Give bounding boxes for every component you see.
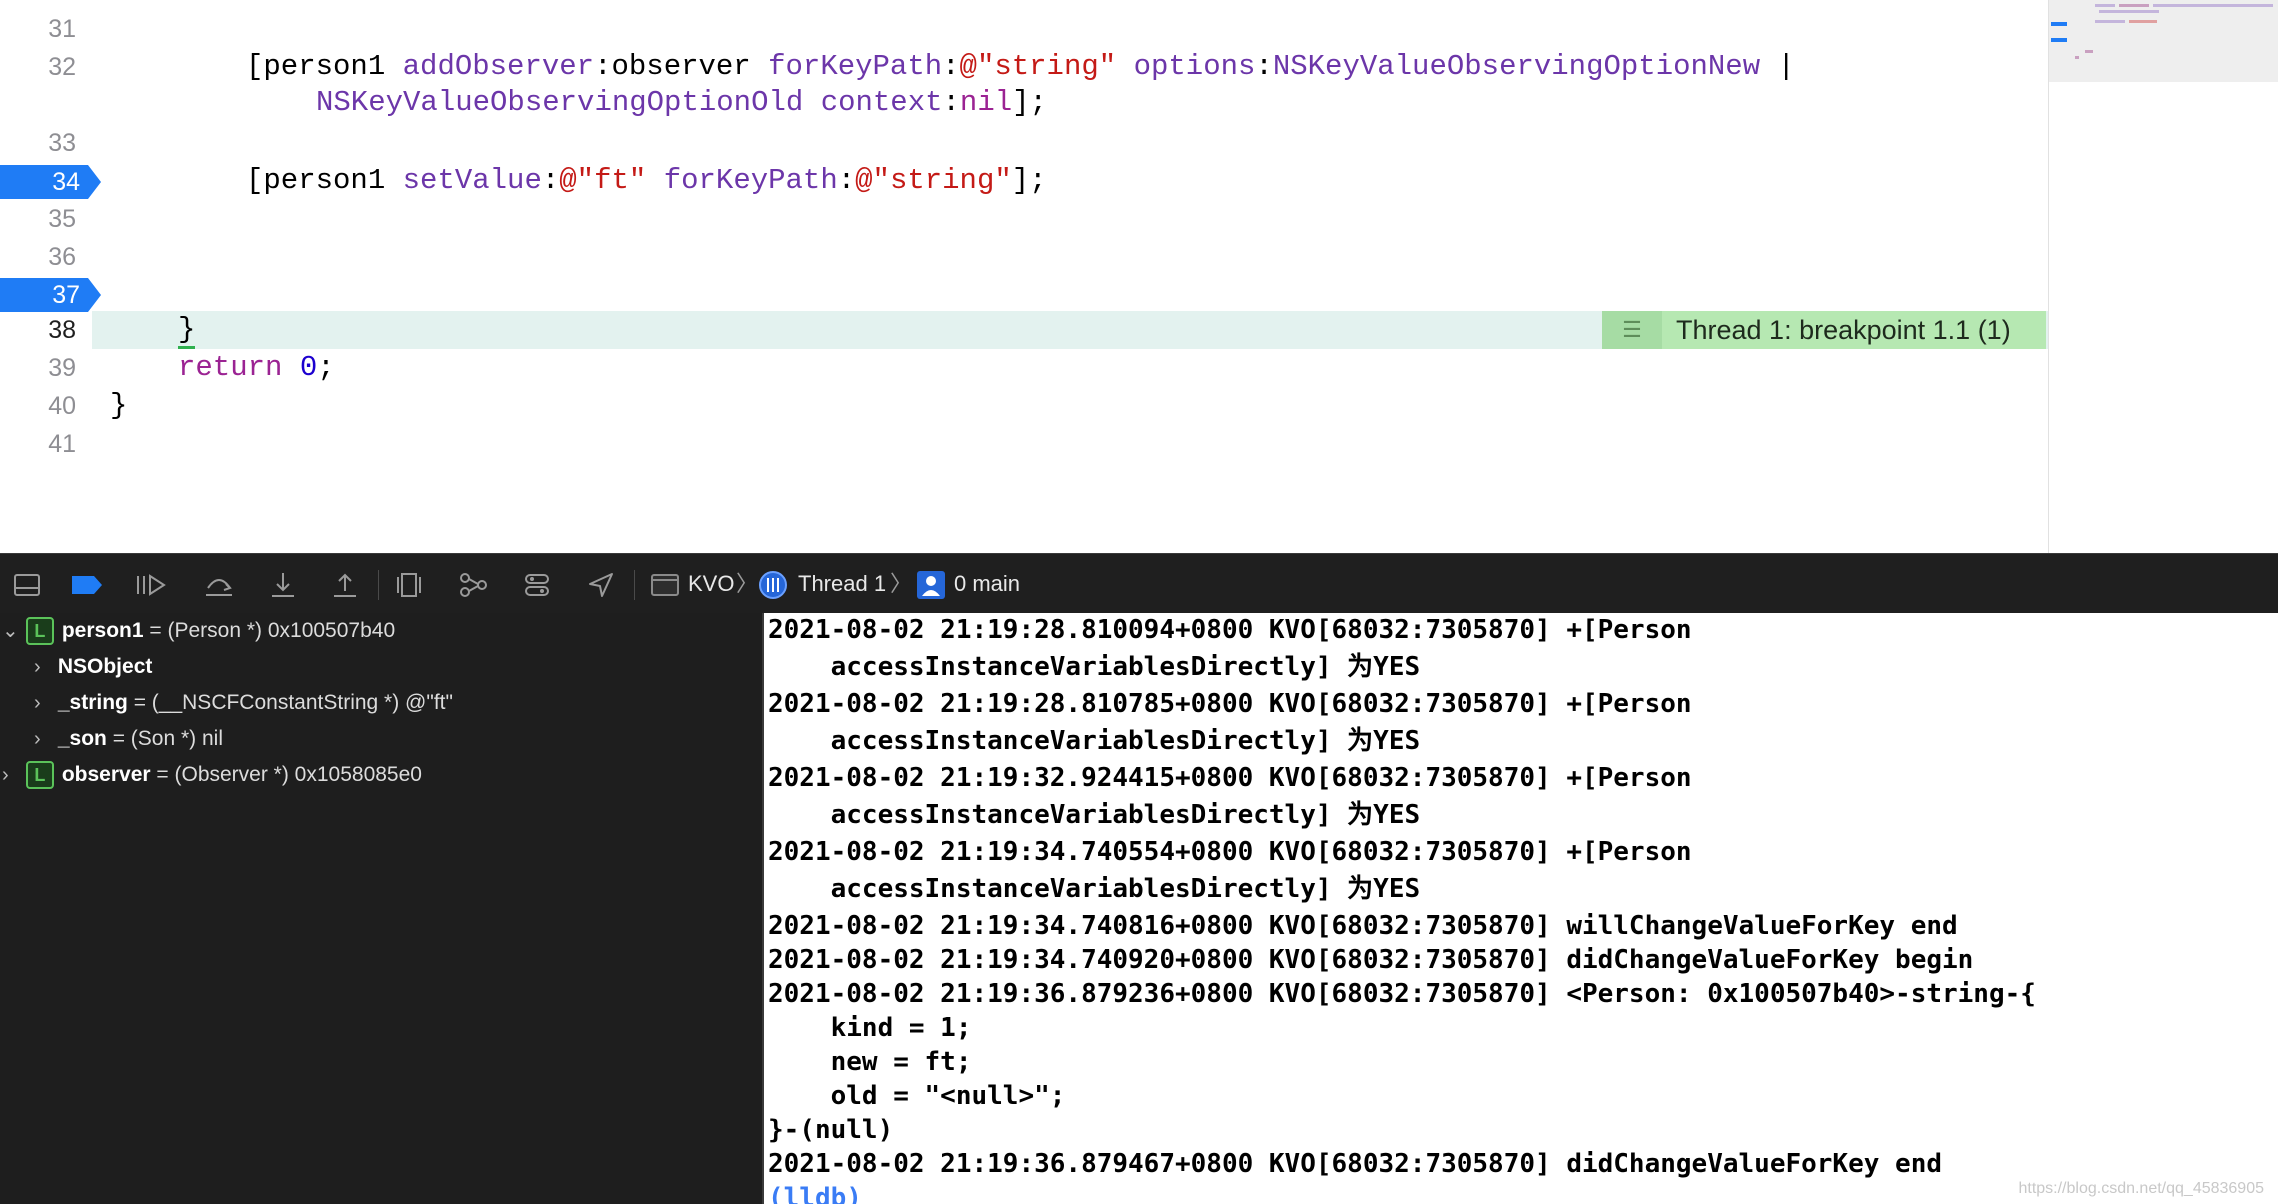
code-line: 39 return 0;: [0, 349, 2048, 387]
variable-row[interactable]: › _string = (__NSCFConstantString *) @"f…: [34, 685, 453, 721]
chevron-right-icon[interactable]: ›: [2, 757, 20, 793]
console-line: 2021-08-02 21:19:36.879467+0800 KVO[6803…: [768, 1149, 1942, 1179]
variable-name: observer: [61, 763, 151, 786]
breakpoint-annotation[interactable]: ☰ Thread 1: breakpoint 1.1 (1): [1602, 311, 2046, 349]
variable-name: NSObject: [57, 655, 153, 678]
breadcrumb-chevron-icon: 〉: [890, 571, 913, 596]
annotation-menu-icon[interactable]: ☰: [1602, 311, 1662, 349]
code-line-wrap: NSKeyValueObservingOptionOld context:nil…: [0, 84, 2048, 122]
memory-graph-icon[interactable]: [456, 568, 490, 602]
code-line: 35: [0, 200, 2048, 238]
line-number[interactable]: 35: [0, 200, 92, 238]
minimap[interactable]: [2048, 0, 2278, 553]
console-line: accessInstanceVariablesDirectly] 为YES: [768, 726, 1421, 756]
code-line: 33: [0, 124, 2048, 162]
local-variable-badge: L: [25, 617, 54, 646]
console-line: 2021-08-02 21:19:28.810785+0800 KVO[6803…: [768, 689, 1692, 719]
continue-icon[interactable]: [134, 568, 168, 602]
breadcrumb-thread[interactable]: Thread 1: [798, 554, 886, 614]
toolbar-divider: [634, 570, 635, 600]
code-line: 41: [0, 425, 2048, 463]
line-number: 37: [52, 281, 80, 309]
code-line: 32 [person1 addObserver:observer forKeyP…: [0, 48, 2048, 86]
variable-value: = (Son *) nil: [106, 727, 223, 750]
code-line: 40 }: [0, 387, 2048, 425]
variable-name: _string: [57, 691, 128, 714]
breakpoint-marker[interactable]: 37: [0, 278, 101, 312]
breadcrumb-target[interactable]: KVO: [688, 554, 734, 614]
code-line: 36: [0, 238, 2048, 276]
line-number[interactable]: 33: [0, 124, 92, 162]
toolbar-divider: [378, 570, 379, 600]
environment-overrides-icon[interactable]: [520, 568, 554, 602]
chevron-right-icon[interactable]: ›: [34, 721, 52, 757]
variable-row[interactable]: › NSObject: [34, 649, 152, 685]
breakpoint-annotation-label: Thread 1: breakpoint 1.1 (1): [1676, 315, 2011, 345]
console-line: 2021-08-02 21:19:34.740920+0800 KVO[6803…: [768, 945, 1974, 975]
console-line: 2021-08-02 21:19:32.924415+0800 KVO[6803…: [768, 763, 1692, 793]
code-text[interactable]: [person1 addObserver:observer forKeyPath…: [246, 48, 1795, 86]
code-line: 34 [person1 setValue:@"ft" forKeyPath:@"…: [0, 162, 2048, 200]
hide-debug-area-icon[interactable]: [10, 568, 44, 602]
code-text[interactable]: }: [178, 311, 196, 349]
variable-name: person1: [61, 619, 144, 642]
variable-value: = (Person *) 0x100507b40: [143, 619, 396, 642]
code-text[interactable]: NSKeyValueObservingOptionOld context:nil…: [316, 84, 1047, 122]
code-line: 31: [0, 10, 2048, 48]
line-number[interactable]: 31: [0, 10, 92, 48]
variable-value: = (Observer *) 0x1058085e0: [150, 763, 422, 786]
line-number[interactable]: 41: [0, 425, 92, 463]
line-number[interactable]: 40: [0, 387, 92, 425]
variables-view[interactable]: ⌄ Lperson1 = (Person *) 0x100507b40 › NS…: [0, 613, 764, 1204]
line-number[interactable]: 32: [0, 48, 92, 86]
console-line: accessInstanceVariablesDirectly] 为YES: [768, 652, 1421, 682]
code-text[interactable]: return 0;: [178, 349, 335, 387]
minimap-content: [2051, 4, 2273, 59]
breakpoint-marker[interactable]: 34: [0, 165, 101, 199]
chevron-right-icon[interactable]: ›: [34, 685, 52, 721]
console-line: 2021-08-02 21:19:36.879236+0800 KVO[6803…: [768, 979, 2036, 1009]
chevron-right-icon[interactable]: ›: [34, 649, 52, 685]
console-output[interactable]: 2021-08-02 21:19:28.810094+0800 KVO[6803…: [764, 613, 2278, 1204]
variable-row[interactable]: › Lobserver = (Observer *) 0x1058085e0: [2, 757, 422, 793]
step-into-icon[interactable]: [266, 568, 300, 602]
step-out-icon[interactable]: [328, 568, 362, 602]
lldb-prompt[interactable]: (lldb): [768, 1181, 862, 1204]
terminal-icon: [648, 568, 682, 602]
breadcrumb-frame[interactable]: 0 main: [954, 554, 1020, 614]
console-line: accessInstanceVariablesDirectly] 为YES: [768, 874, 1421, 904]
breakpoints-toggle-icon[interactable]: [70, 568, 104, 602]
console-line: 2021-08-02 21:19:28.810094+0800 KVO[6803…: [768, 615, 1692, 645]
console-line: kind = 1;: [768, 1013, 972, 1043]
stack-frame-icon: [914, 568, 948, 602]
console-line: new = ft;: [768, 1047, 972, 1077]
variable-name: _son: [57, 727, 107, 750]
line-number: 34: [52, 168, 80, 196]
code-text[interactable]: }: [110, 387, 127, 425]
code-editor[interactable]: 31 32 [person1 addObserver:observer forK…: [0, 0, 2048, 553]
debug-view-hierarchy-icon[interactable]: [392, 568, 426, 602]
watermark: https://blog.csdn.net/qq_45836905: [2018, 1180, 2264, 1197]
code-text[interactable]: [person1 setValue:@"ft" forKeyPath:@"str…: [246, 162, 1047, 200]
console-line: old = "<null>";: [768, 1081, 1066, 1111]
breadcrumb-chevron-icon: 〉: [736, 571, 759, 596]
console-line: }-(null): [768, 1115, 894, 1145]
chevron-down-icon[interactable]: ⌄: [2, 613, 20, 649]
variable-row[interactable]: › _son = (Son *) nil: [34, 721, 223, 757]
variable-value: = (__NSCFConstantString *) @"ft": [127, 691, 453, 714]
debug-bar: KVO 〉 Thread 1 〉 0 main: [0, 553, 2278, 615]
step-over-icon[interactable]: [202, 568, 236, 602]
local-variable-badge: L: [25, 761, 54, 790]
code-line: 37: [0, 275, 2048, 313]
line-number[interactable]: 36: [0, 238, 92, 276]
console-line: 2021-08-02 21:19:34.740816+0800 KVO[6803…: [768, 911, 1958, 941]
console-line: 2021-08-02 21:19:34.740554+0800 KVO[6803…: [768, 837, 1692, 867]
line-number[interactable]: 38: [0, 311, 92, 349]
simulate-location-icon[interactable]: [584, 568, 618, 602]
thread-icon: [756, 568, 790, 602]
line-number[interactable]: 39: [0, 349, 92, 387]
variable-row[interactable]: ⌄ Lperson1 = (Person *) 0x100507b40: [2, 613, 395, 649]
console-line: accessInstanceVariablesDirectly] 为YES: [768, 800, 1421, 830]
